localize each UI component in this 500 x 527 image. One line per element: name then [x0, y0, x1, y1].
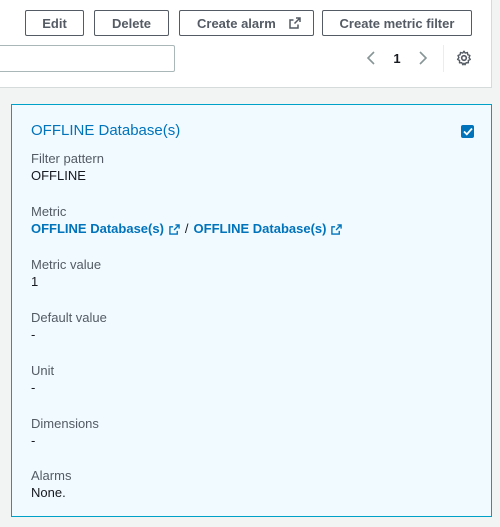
metric-filter-card[interactable]: OFFLINE Database(s) Filter pattern OFFLI…: [11, 104, 492, 517]
chevron-left-icon[interactable]: [363, 49, 379, 67]
unit-value: -: [31, 380, 36, 395]
default-value-field: Default value -: [31, 310, 107, 343]
metric-separator: /: [184, 221, 189, 236]
metric-namespace-link[interactable]: OFFLINE Database(s): [31, 221, 180, 237]
delete-button[interactable]: Delete: [94, 10, 169, 36]
metric-filters-header-panel: Edit Delete Create alarm Create metric f…: [0, 0, 492, 88]
metric-field: Metric OFFLINE Database(s) / OFFLINE Dat…: [31, 204, 343, 237]
alarms-value: None.: [31, 485, 66, 500]
alarms-label: Alarms: [31, 468, 72, 483]
edit-button[interactable]: Edit: [25, 10, 84, 36]
metric-value-field: Metric value 1: [31, 257, 101, 290]
filter-pattern-field: Filter pattern OFFLINE: [31, 151, 104, 184]
unit-field: Unit -: [31, 363, 54, 396]
metric-label: Metric: [31, 204, 67, 219]
current-page-number[interactable]: 1: [389, 50, 405, 68]
metric-name-link[interactable]: OFFLINE Database(s): [194, 221, 343, 237]
gear-icon[interactable]: [455, 49, 473, 67]
create-alarm-label: Create alarm: [197, 15, 276, 31]
checkmark-icon[interactable]: [461, 125, 474, 138]
pager-divider: [443, 45, 444, 72]
filter-pattern-label: Filter pattern: [31, 151, 104, 166]
dimensions-label: Dimensions: [31, 416, 99, 431]
default-value-value: -: [31, 327, 36, 342]
alarms-field: Alarms None.: [31, 468, 71, 501]
external-link-icon: [331, 223, 343, 235]
dimensions-value: -: [31, 433, 36, 448]
default-value-label: Default value: [31, 310, 107, 325]
metric-namespace-text: OFFLINE Database(s): [31, 221, 164, 236]
chevron-right-icon[interactable]: [415, 49, 431, 67]
search-input[interactable]: [0, 45, 175, 72]
external-link-icon: [289, 17, 301, 29]
filter-pattern-value: OFFLINE: [31, 168, 86, 183]
external-link-icon: [169, 223, 180, 235]
metric-filter-title[interactable]: OFFLINE Database(s): [31, 122, 180, 139]
metric-name-text: OFFLINE Database(s): [193, 221, 327, 236]
create-metric-filter-button[interactable]: Create metric filter: [322, 10, 472, 36]
unit-label: Unit: [31, 363, 55, 378]
create-alarm-button[interactable]: Create alarm: [179, 10, 314, 36]
metric-value-label: Metric value: [31, 257, 102, 272]
metric-value-value: 1: [31, 274, 39, 289]
dimensions-field: Dimensions -: [31, 416, 99, 449]
